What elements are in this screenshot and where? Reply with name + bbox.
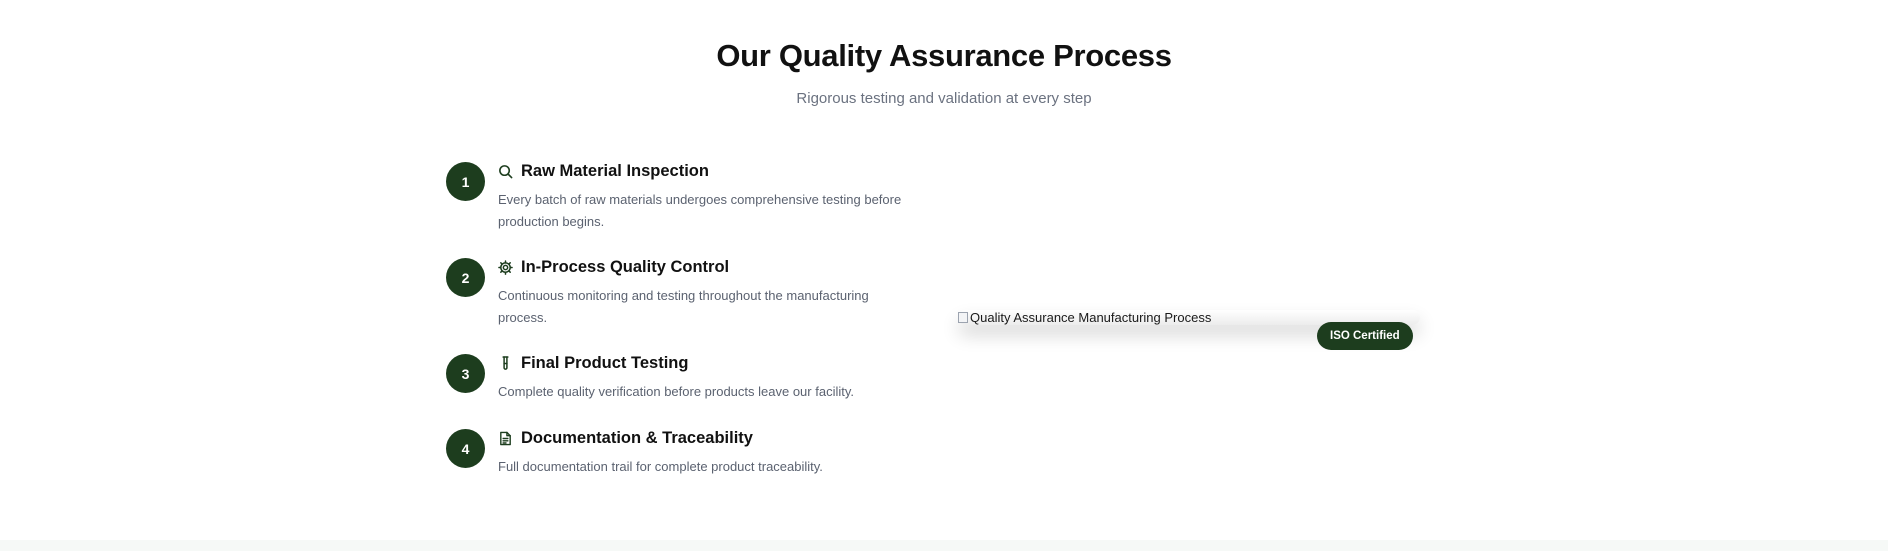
- iso-certified-badge: ISO Certified: [1317, 322, 1413, 350]
- step-number-badge: 3: [446, 354, 485, 393]
- step-description: Continuous monitoring and testing throug…: [498, 288, 869, 325]
- step-number-badge: 4: [446, 429, 485, 468]
- step-title: In-Process Quality Control: [521, 258, 730, 276]
- test-tube-icon: [498, 356, 513, 371]
- step-description: Complete quality verification before pro…: [498, 384, 854, 399]
- next-section-edge: [0, 540, 1888, 551]
- step-description: Every batch of raw materials undergoes c…: [498, 192, 902, 229]
- step-title: Final Product Testing: [521, 354, 689, 372]
- search-icon: [498, 164, 513, 179]
- step-number-badge: 2: [446, 258, 485, 297]
- step-header: In-Process Quality Control: [498, 258, 729, 277]
- broken-image-icon: [958, 312, 968, 323]
- step-description: Full documentation trail for complete pr…: [498, 459, 823, 474]
- section-subtitle: Rigorous testing and validation at every…: [796, 90, 1092, 107]
- step-title: Documentation & Traceability: [521, 429, 753, 447]
- step-header: Raw Material Inspection: [498, 162, 709, 181]
- step-title: Raw Material Inspection: [521, 162, 709, 180]
- step-header: Final Product Testing: [498, 354, 688, 373]
- step-number-badge: 1: [446, 162, 485, 201]
- step-header: Documentation & Traceability: [498, 429, 753, 448]
- section-title: Our Quality Assurance Process: [716, 38, 1172, 73]
- quality-process-section: Our Quality Assurance Process Rigorous t…: [0, 0, 1888, 540]
- gear-icon: [498, 260, 513, 275]
- image-alt-text: Quality Assurance Manufacturing Process: [970, 310, 1212, 325]
- document-icon: [498, 431, 513, 446]
- broken-image-placeholder: Quality Assurance Manufacturing Process: [958, 310, 1211, 325]
